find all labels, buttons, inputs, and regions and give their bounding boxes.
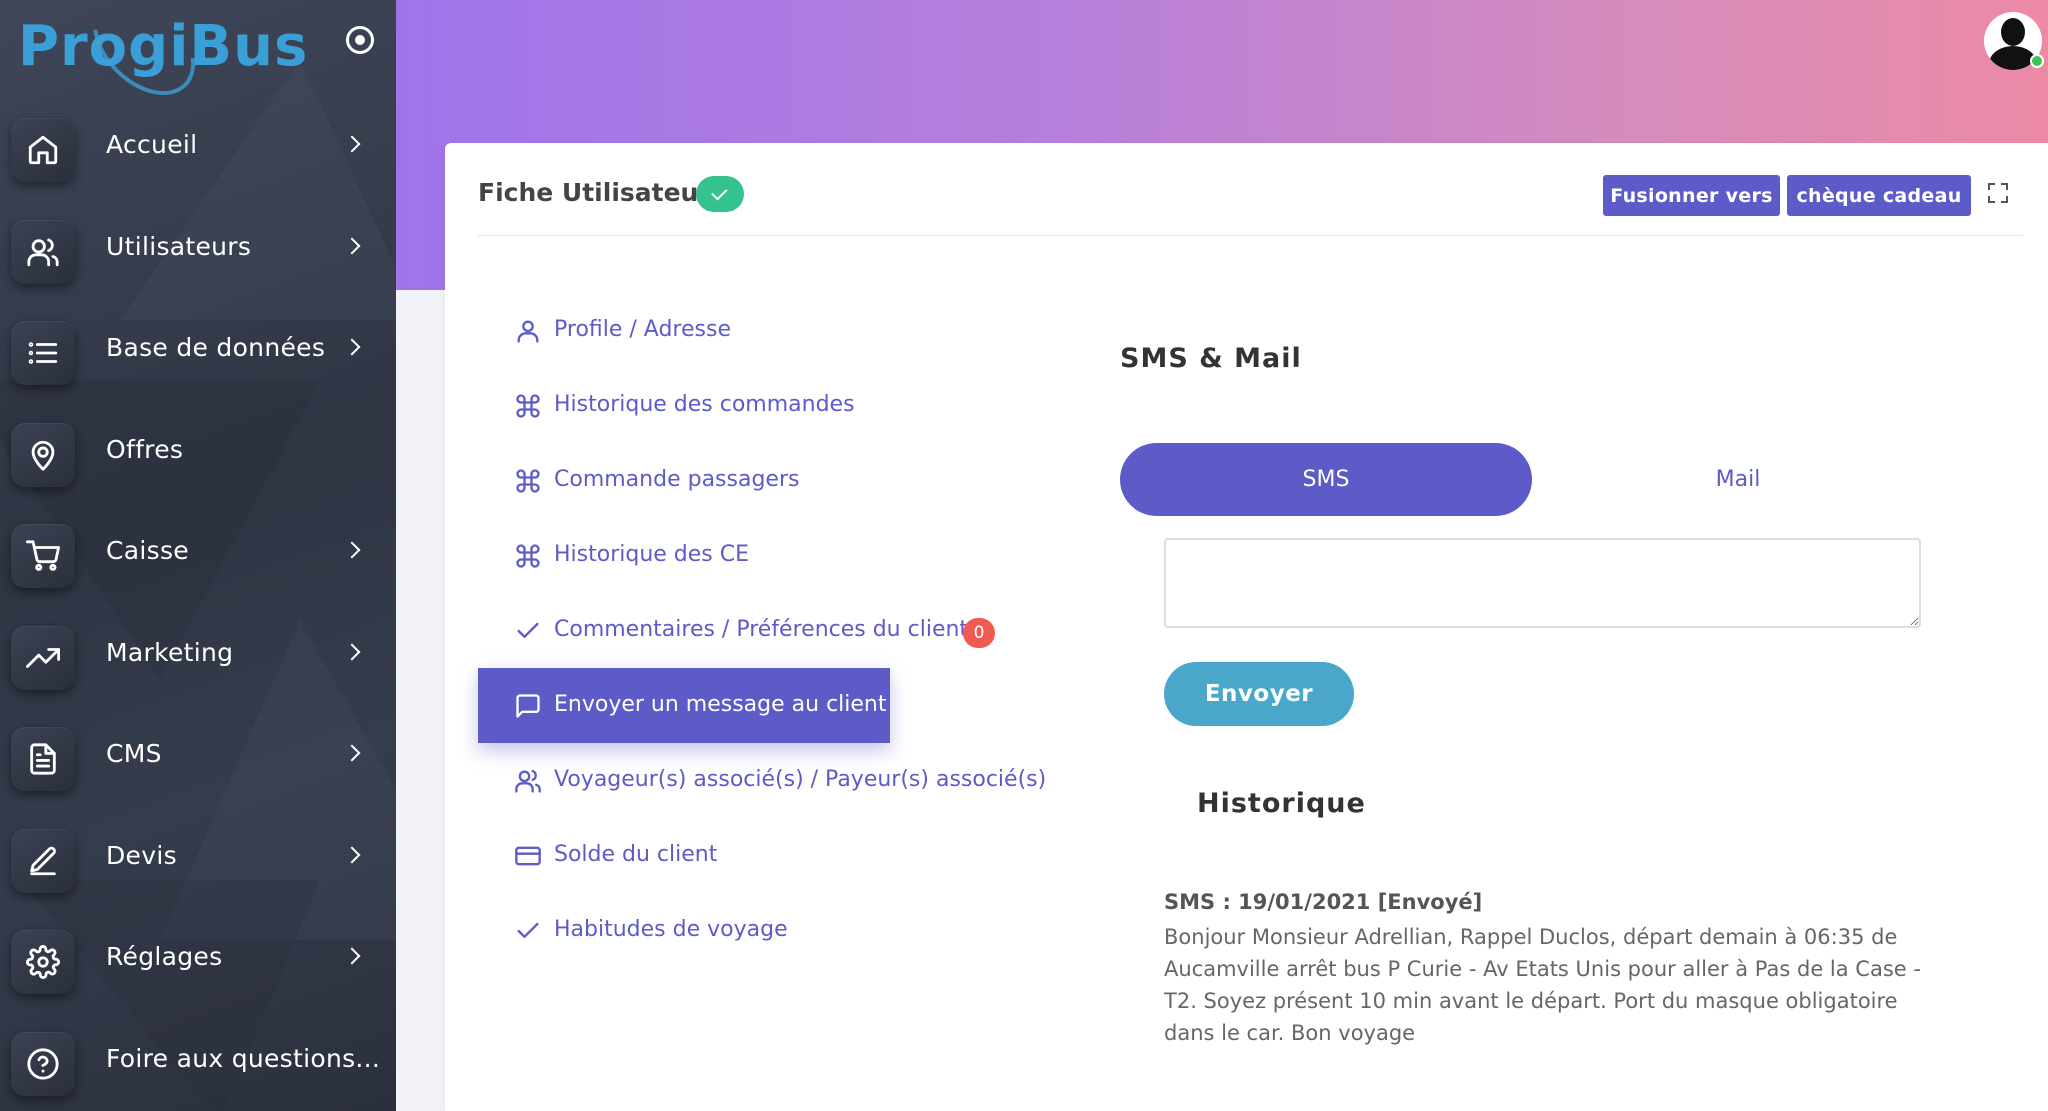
- map-pin-icon: [11, 422, 75, 487]
- user-card: Fiche Utilisateur Fusionner vers chèque …: [445, 143, 2048, 1111]
- credit-card-icon: [514, 842, 542, 870]
- subnav-balance[interactable]: Solde du client: [478, 818, 1038, 893]
- help-circle-icon: [11, 1031, 75, 1096]
- edit-icon: [11, 828, 75, 893]
- page-title: Fiche Utilisateur: [478, 178, 711, 207]
- sidebar-toggle-icon[interactable]: [346, 26, 374, 54]
- tab-sms[interactable]: SMS: [1120, 443, 1532, 516]
- logo[interactable]: ProgiBus: [16, 0, 307, 115]
- sidebar-item-label: Accueil: [106, 130, 198, 159]
- message-icon: [514, 692, 542, 720]
- list-icon: [11, 321, 75, 385]
- user-icon: [514, 317, 542, 345]
- check-icon: [514, 617, 542, 645]
- chevron-right-icon: [343, 947, 361, 965]
- subnav-label: Voyageur(s) associé(s) / Payeur(s) assoc…: [554, 767, 1047, 792]
- sidebar: ProgiBus Accueil Utilisateurs Base de do…: [0, 0, 396, 1111]
- chevron-right-icon: [343, 744, 361, 762]
- document-icon: [11, 727, 75, 791]
- subnav-send-message[interactable]: Envoyer un message au client: [478, 668, 890, 743]
- chevron-right-icon: [343, 643, 361, 660]
- sidebar-item-label: Réglages: [106, 942, 223, 971]
- subnav-label: Habitudes de voyage: [554, 917, 788, 942]
- merge-button[interactable]: Fusionner vers: [1603, 175, 1780, 216]
- check-icon: [514, 917, 542, 945]
- subnav-label: Commentaires / Préférences du client: [554, 617, 969, 642]
- subnav-ce-history[interactable]: Historique des CE: [478, 518, 1038, 593]
- home-icon: [11, 118, 75, 182]
- sidebar-item-faq[interactable]: Foire aux questions...: [0, 1014, 396, 1111]
- command-icon: [514, 392, 542, 420]
- comment-count-badge: 0: [963, 618, 995, 648]
- online-status-dot: [2030, 54, 2044, 68]
- sidebar-item-offres[interactable]: Offres: [0, 405, 396, 507]
- gear-icon: [11, 930, 75, 994]
- sidebar-item-label: CMS: [106, 739, 162, 768]
- sidebar-item-label: Utilisateurs: [106, 231, 252, 261]
- sidebar-item-accueil[interactable]: Accueil: [0, 100, 396, 202]
- chevron-right-icon: [343, 846, 361, 863]
- sidebar-item-devis[interactable]: Devis: [0, 811, 396, 913]
- sidebar-item-label: Offres: [106, 434, 184, 464]
- subnav-label: Profile / Adresse: [554, 317, 731, 342]
- subnav-label: Historique des CE: [554, 542, 750, 567]
- chevron-right-icon: [343, 135, 361, 153]
- message-textarea[interactable]: [1164, 538, 1921, 628]
- subnav-associated-travelers[interactable]: Voyageur(s) associé(s) / Payeur(s) assoc…: [478, 743, 1046, 818]
- sidebar-nav: Accueil Utilisateurs Base de données Off…: [0, 100, 396, 1111]
- subnav-comments[interactable]: Commentaires / Préférences du client 0: [478, 593, 1038, 668]
- sidebar-item-label: Marketing: [106, 637, 234, 667]
- gift-voucher-button[interactable]: chèque cadeau: [1787, 175, 1971, 216]
- chevron-right-icon: [343, 541, 361, 559]
- sidebar-item-base-de-donnees[interactable]: Base de données: [0, 303, 396, 405]
- sidebar-item-label: Caisse: [106, 536, 189, 565]
- history-entry-header: SMS : 19/01/2021 [Envoyé]: [1164, 890, 1483, 914]
- sidebar-item-utilisateurs[interactable]: Utilisateurs: [0, 202, 396, 304]
- avatar-head: [2001, 18, 2025, 46]
- command-icon: [514, 467, 542, 495]
- chevron-right-icon: [343, 237, 361, 254]
- trending-up-icon: [11, 625, 75, 690]
- sidebar-item-label: Devis: [106, 840, 177, 870]
- subnav-passenger-orders[interactable]: Commande passagers: [478, 443, 1038, 518]
- sidebar-item-caisse[interactable]: Caisse: [0, 506, 396, 608]
- card-divider: [478, 235, 2023, 236]
- subnav-profile[interactable]: Profile / Adresse: [478, 293, 1038, 368]
- subnav-label: Envoyer un message au client: [554, 692, 887, 717]
- users-icon: [11, 219, 75, 284]
- sidebar-item-label: Foire aux questions...: [106, 1043, 381, 1073]
- tab-mail[interactable]: Mail: [1532, 443, 1944, 516]
- sidebar-item-cms[interactable]: CMS: [0, 709, 396, 811]
- verified-check-icon: [696, 176, 744, 212]
- users-icon: [514, 767, 542, 795]
- subnav-travel-habits[interactable]: Habitudes de voyage: [478, 893, 1038, 968]
- subnav-label: Historique des commandes: [554, 392, 855, 417]
- chevron-right-icon: [343, 338, 361, 356]
- subnav-label: Commande passagers: [554, 467, 800, 492]
- subnav-order-history[interactable]: Historique des commandes: [478, 368, 1038, 443]
- sidebar-item-marketing[interactable]: Marketing: [0, 608, 396, 710]
- send-button[interactable]: Envoyer: [1164, 662, 1354, 726]
- logo-text: ProgiBus: [18, 14, 309, 79]
- user-subnav: Profile / Adresse Historique des command…: [478, 293, 1046, 968]
- sidebar-item-label: Base de données: [106, 333, 326, 362]
- cart-icon: [11, 524, 75, 588]
- panel-title: SMS & Mail: [1120, 343, 1302, 374]
- command-icon: [514, 542, 542, 570]
- history-entry-body: Bonjour Monsieur Adrellian, Rappel Duclo…: [1164, 925, 1921, 1045]
- subnav-label: Solde du client: [554, 842, 718, 867]
- sidebar-item-reglages[interactable]: Réglages: [0, 912, 396, 1014]
- fullscreen-icon[interactable]: [1988, 183, 2008, 203]
- history-title: Historique: [1197, 788, 1366, 819]
